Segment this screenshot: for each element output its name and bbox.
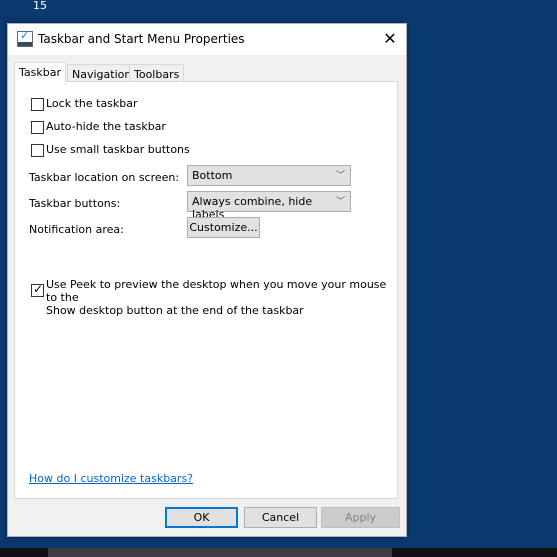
taskbar-tab-panel: Lock the taskbar Auto-hide the taskbar U… xyxy=(14,81,398,499)
properties-dialog: ✓ Taskbar and Start Menu Properties ✕ Ta… xyxy=(7,23,407,537)
location-dropdown[interactable]: Bottom ﹀ xyxy=(187,165,351,186)
peek-label[interactable]: Use Peek to preview the desktop when you… xyxy=(46,278,397,317)
taskbar-properties-icon: ✓ xyxy=(17,29,33,47)
location-value: Bottom xyxy=(192,169,233,182)
customize-button[interactable]: Customize... xyxy=(187,217,260,238)
peek-label-line2: Show desktop button at the end of the ta… xyxy=(46,304,304,317)
tab-taskbar[interactable]: Taskbar xyxy=(14,62,66,84)
taskbar-segment xyxy=(48,548,392,557)
ok-button[interactable]: OK xyxy=(165,507,238,528)
small-buttons-checkbox[interactable] xyxy=(31,144,44,157)
peek-checkbox[interactable] xyxy=(31,282,44,297)
peek-label-line1: Use Peek to preview the desktop when you… xyxy=(46,278,387,304)
clock-text: 15 xyxy=(33,0,47,12)
close-button[interactable]: ✕ xyxy=(378,28,402,50)
apply-button[interactable]: Apply xyxy=(321,507,400,528)
small-buttons-label[interactable]: Use small taskbar buttons xyxy=(46,143,190,156)
lock-taskbar-checkbox[interactable] xyxy=(31,98,44,111)
help-link[interactable]: How do I customize taskbars? xyxy=(29,472,193,485)
buttons-dropdown[interactable]: Always combine, hide labels ﹀ xyxy=(187,191,351,221)
buttons-label: Taskbar buttons: xyxy=(29,197,121,210)
chevron-down-icon: ﹀ xyxy=(335,171,345,181)
cancel-button[interactable]: Cancel xyxy=(244,507,317,528)
chevron-down-icon: ﹀ xyxy=(335,197,345,207)
title-bar: ✓ Taskbar and Start Menu Properties ✕ xyxy=(8,24,406,55)
auto-hide-checkbox[interactable] xyxy=(31,121,44,134)
lock-taskbar-label[interactable]: Lock the taskbar xyxy=(46,97,138,110)
dialog-title: Taskbar and Start Menu Properties xyxy=(38,32,245,46)
auto-hide-label[interactable]: Auto-hide the taskbar xyxy=(46,120,166,133)
notification-label: Notification area: xyxy=(29,223,124,236)
location-label: Taskbar location on screen: xyxy=(29,171,180,184)
